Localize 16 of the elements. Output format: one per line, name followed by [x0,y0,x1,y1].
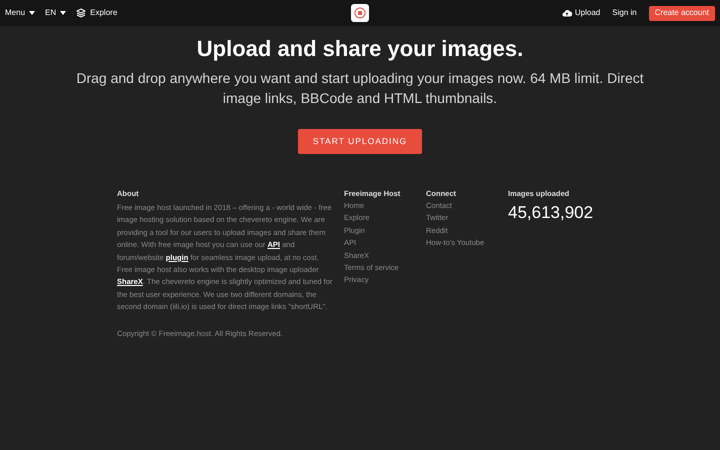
explore-link[interactable]: Explore [76,7,118,19]
logo[interactable] [351,4,369,22]
logo-icon [354,7,366,19]
start-uploading-button[interactable]: START UPLOADING [298,129,422,154]
cloud-upload-icon [562,9,572,17]
language-dropdown[interactable]: EN [45,7,66,19]
caret-icon [60,11,66,15]
hero-subtitle: Drag and drop anywhere you want and start uploading your images now. 64 MB limit. Direct image links, BBCode and HTML thumbnails. [75,69,645,108]
menu-dropdown[interactable]: Menu [5,7,36,19]
images-uploaded-count: 45,613,902 [508,202,594,224]
caret-icon [29,11,36,15]
upload-link[interactable]: Upload [562,7,600,19]
layers-icon [76,8,86,18]
create-account-button[interactable]: Create account [648,6,715,20]
sign-in-link[interactable]: Sign in [612,7,637,19]
hero-title: Upload and share your images. [196,36,524,62]
